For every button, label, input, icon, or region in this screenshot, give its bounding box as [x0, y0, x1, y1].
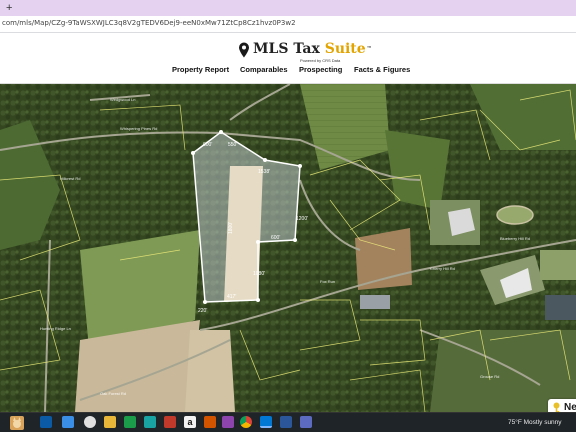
satellite-map[interactable]: 600' 1538' 1800' 1200' 600' 1080' 417' 2…	[0, 84, 576, 412]
excel-icon[interactable]	[124, 416, 136, 428]
app-icon[interactable]	[204, 416, 216, 428]
road-label-grouse: Grouse Rd	[480, 374, 499, 379]
dimension-left-edge: 1800'	[228, 222, 234, 234]
road-label-wedgwood: Wedgwood Ln	[110, 97, 136, 102]
dimension-bottom-edge: 417'	[227, 294, 236, 300]
site-logo[interactable]: MLS Tax Suite™	[238, 40, 372, 60]
start-icon[interactable]	[40, 416, 52, 428]
parking-lot	[545, 295, 576, 320]
task-view-icon[interactable]	[84, 416, 96, 428]
logo-text: MLS Tax Suite™	[253, 41, 372, 57]
road-label-blueberry-hill: Blueberry Hill Rd	[500, 236, 530, 241]
new-tab-button[interactable]: +	[6, 1, 12, 15]
small-building	[360, 295, 390, 309]
file-explorer-icon[interactable]	[104, 416, 116, 428]
app-icon-2[interactable]	[222, 416, 234, 428]
map-pin-icon	[239, 42, 249, 58]
plowed-field	[355, 228, 412, 290]
dimension-bottom-left: 220'	[198, 308, 207, 314]
browser-tab-strip: +	[0, 0, 576, 16]
dimension-right-lower: 1080'	[253, 271, 265, 277]
powered-by-text: Powered by CRS Data	[300, 58, 341, 63]
dimension-right-mid: 1200'	[296, 216, 308, 222]
map-canvas[interactable]: 600' 1538' 1800' 1200' 600' 1080' 417' 2…	[0, 84, 576, 412]
site-header: MLS Tax Suite™ Powered by CRS Data	[0, 34, 576, 84]
sports-field	[540, 250, 576, 280]
dimension-top-left: 600'	[203, 142, 212, 148]
nav-prospecting[interactable]: Prospecting	[299, 65, 342, 74]
dimension-right-step: 600'	[271, 235, 280, 241]
road-label-whispering-pines: Whispering Pines Rd	[120, 126, 157, 131]
nav-facts-figures[interactable]: Facts & Figures	[354, 65, 410, 74]
address-bar[interactable]: com/mls/Map/CZg-9TaWSXWJLC3q8V2gTEDV6Dej…	[0, 16, 576, 33]
store-icon[interactable]	[144, 416, 156, 428]
road-label-hillcrest: Hillcrest Rd	[60, 176, 80, 181]
nav-comparables[interactable]: Comparables	[240, 65, 288, 74]
athletic-track	[496, 205, 534, 225]
field-northeast	[385, 130, 450, 210]
windows-taskbar: a 75°F Mostly sunny	[0, 412, 576, 432]
amazon-icon[interactable]: a	[184, 416, 196, 428]
road-label-cherry-hill: Cherry Hill Rd	[430, 266, 455, 271]
url-text[interactable]: com/mls/Map/CZg-9TaWSXWJLC3q8V2gTEDV6Dej…	[2, 19, 296, 27]
road-label-hunting-ridge: Hunting Ridge Ln	[40, 326, 71, 331]
powerpoint-icon[interactable]	[164, 416, 176, 428]
road-label-fox-run: Fox Run	[320, 279, 335, 284]
teams-icon[interactable]	[300, 416, 312, 428]
cat-avatar-icon[interactable]	[10, 416, 24, 430]
search-icon[interactable]	[62, 416, 74, 428]
chrome-icon[interactable]	[240, 416, 252, 428]
road-label-oak-forest: Oak Forest Rd	[100, 391, 126, 396]
weather-text[interactable]: 75°F Mostly sunny	[508, 419, 562, 426]
outlook-icon[interactable]	[260, 416, 272, 428]
dimension-top-edge: 1538'	[258, 169, 270, 175]
nav-property-report[interactable]: Property Report	[172, 65, 229, 74]
word-icon[interactable]	[280, 416, 292, 428]
dimension-top-right: 550'	[228, 142, 237, 148]
